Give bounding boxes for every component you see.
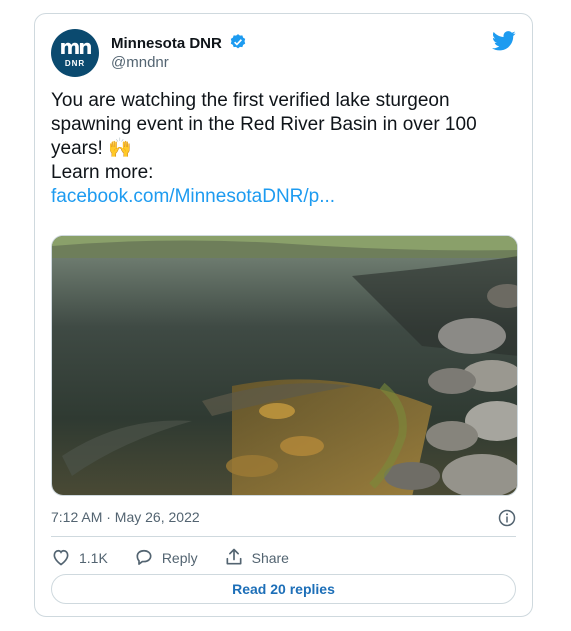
avatar[interactable]: mn DNR (51, 29, 99, 77)
tweet-line: spawning event in the Red River Basin in… (51, 114, 477, 135)
like-count: 1.1K (79, 550, 108, 566)
tweet-line: Learn more: (51, 162, 154, 183)
share-button[interactable]: Share (224, 547, 289, 570)
tweet-text: You are watching the first verified lake… (51, 89, 521, 209)
tweet-line: You are watching the first verified lake… (51, 90, 450, 111)
info-icon[interactable] (498, 509, 516, 532)
tweet-card: mn DNR Minnesota DNR @mndnr You are watc… (34, 13, 533, 617)
avatar-logo-subtext: DNR (64, 59, 86, 68)
reply-label: Reply (161, 550, 198, 566)
author-name-label: Minnesota DNR (111, 35, 222, 52)
share-label: Share (251, 550, 289, 566)
author-name[interactable]: Minnesota DNR (111, 33, 247, 55)
verified-badge-icon (229, 33, 247, 55)
reply-button[interactable]: Reply (134, 547, 198, 570)
author-handle[interactable]: @mndnr (111, 54, 169, 71)
reply-icon (134, 547, 162, 570)
like-button[interactable]: 1.1K (51, 547, 108, 570)
action-bar: 1.1K Reply Share (51, 546, 315, 570)
share-icon (224, 547, 252, 570)
twitter-bird-icon[interactable] (492, 31, 516, 56)
avatar-logo-text: mn (59, 35, 92, 59)
read-replies-button[interactable]: Read 20 replies (51, 574, 516, 604)
tweet-line: years! 🙌 (51, 138, 132, 159)
tweet-link[interactable]: facebook.com/MinnesotaDNR/p... (51, 185, 521, 209)
tweet-timestamp[interactable]: 7:12 AM · May 26, 2022 (51, 509, 200, 525)
heart-icon (51, 547, 79, 570)
divider (51, 536, 516, 537)
video-thumbnail[interactable] (51, 235, 518, 496)
